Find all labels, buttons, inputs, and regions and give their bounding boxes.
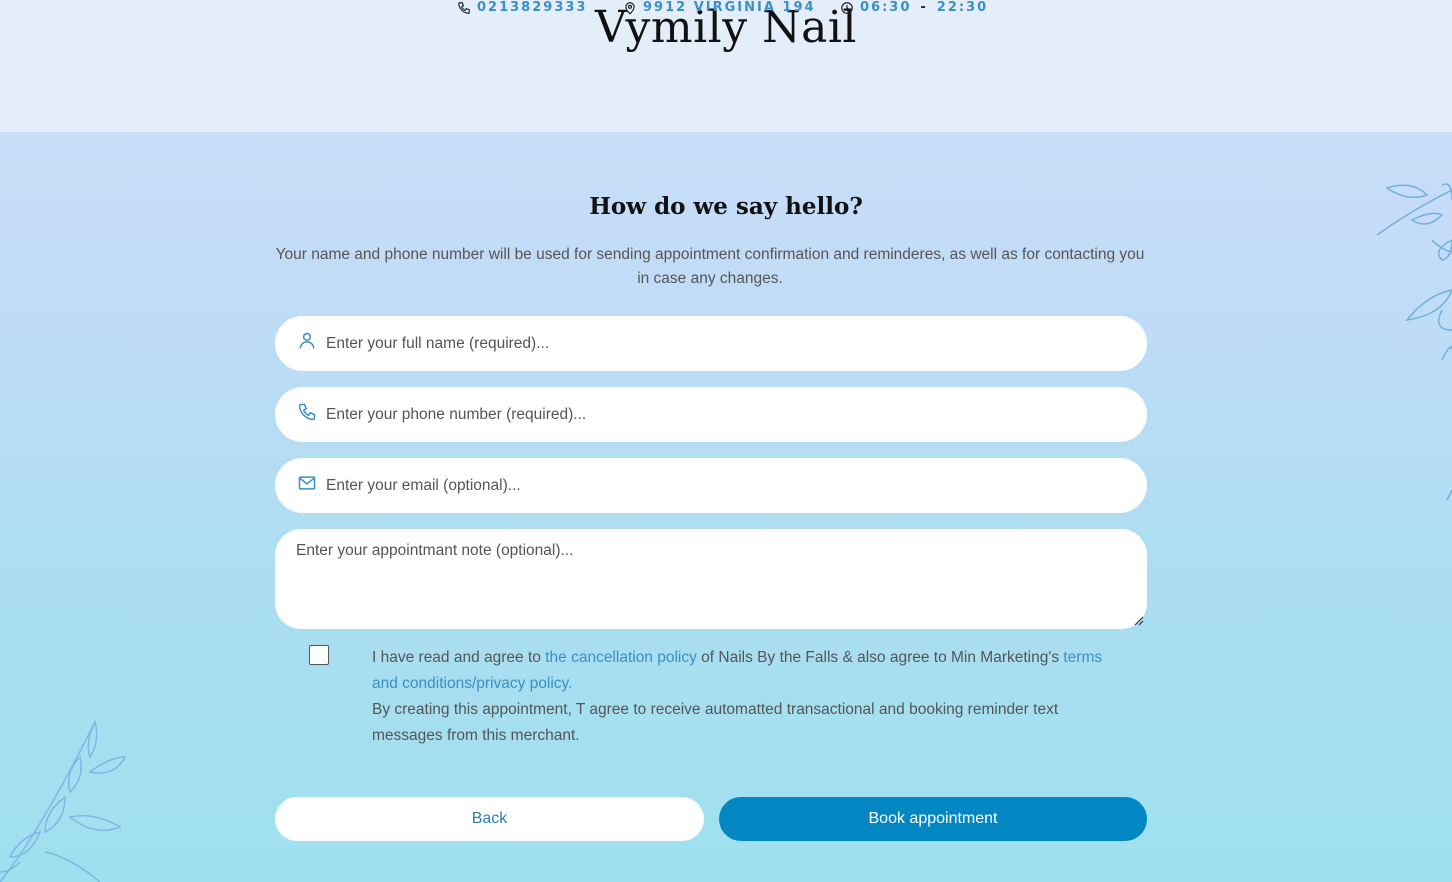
full-name-input[interactable] <box>326 316 1126 371</box>
book-appointment-button[interactable]: Book appointment <box>719 797 1147 841</box>
hours-separator: - <box>920 0 928 15</box>
address-contact[interactable]: 9912 VIRGINIA 194 <box>623 0 816 15</box>
resize-grip-icon[interactable] <box>1134 616 1144 626</box>
address-text[interactable]: 9912 VIRGINIA 194 <box>643 0 816 15</box>
hours-close: 22:30 <box>936 0 989 15</box>
consent-part2: of Nails By the Falls & also agree to Mi… <box>696 649 1064 666</box>
hours-open: 06:30 <box>860 0 912 15</box>
back-button[interactable]: Back <box>275 797 704 841</box>
cancellation-policy-link[interactable]: the cancellation policy <box>545 649 697 666</box>
phone-icon <box>298 403 316 421</box>
clock-icon <box>841 1 853 14</box>
appointment-note-textarea[interactable] <box>275 529 1147 629</box>
decorative-leaf-right <box>1376 183 1452 501</box>
mail-icon <box>298 476 316 490</box>
consent-part3: By creating this appointment, T agree to… <box>372 701 1059 744</box>
decorative-leaf-left <box>0 719 127 882</box>
phone-contact[interactable]: 0213829333 <box>457 0 587 15</box>
phone-number[interactable]: 0213829333 <box>477 0 587 15</box>
full-name-field[interactable] <box>275 316 1147 371</box>
location-pin-icon <box>625 1 635 15</box>
form-description: Your name and phone number will be used … <box>275 246 1145 287</box>
user-icon <box>299 332 315 349</box>
phone-input[interactable] <box>326 387 1126 442</box>
consent-checkbox[interactable] <box>309 645 329 665</box>
email-field[interactable] <box>275 458 1147 513</box>
consent-text: I have read and agree to the cancellatio… <box>372 645 1132 749</box>
form-title: How do we say hello? <box>589 193 863 220</box>
site-header: Vymily Nail 0213829333 9912 VIRGINIA 194… <box>0 0 1452 132</box>
consent-part1: I have read and agree to <box>372 649 546 666</box>
phone-field[interactable] <box>275 387 1147 442</box>
email-input[interactable] <box>326 458 1126 513</box>
phone-icon <box>458 1 470 14</box>
hours-contact: 06:30 - 22:30 <box>840 0 988 15</box>
